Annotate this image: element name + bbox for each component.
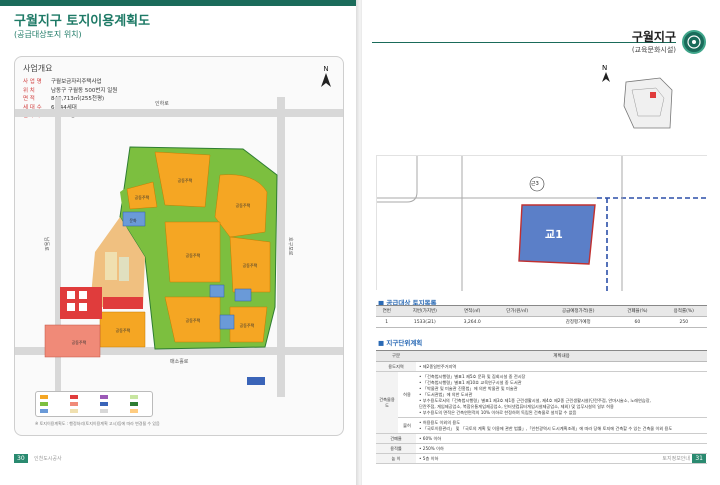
table-row: 건폐율 • 60% 이하 — [376, 433, 707, 444]
page-footer-right: 토지정보안내 — [662, 456, 690, 462]
left-page: 구월지구 토지이용계획도 (공급대상토지 위치) 사업개요 사 업 명 구월보금자… — [0, 0, 358, 485]
header-rule — [372, 42, 676, 43]
page-subtitle: (공급대상토지 위치) — [14, 30, 82, 39]
top-bar — [0, 0, 358, 6]
svg-text:공동주택: 공동주택 — [135, 194, 150, 200]
th-far: 용적률(%) — [660, 305, 707, 317]
map-footnote: ※ 토지이용계획도 : 행정처리(토지이용계획 고시)등에 따라 변경될 수 있… — [35, 421, 160, 426]
page-number: 30 — [14, 454, 28, 463]
page-footer: 인천도시공사 — [34, 456, 62, 462]
road-label: 근3 — [531, 181, 539, 187]
table-row: 용도지역 • 제2종일반주거지역 — [376, 361, 707, 372]
svg-text:공동주택: 공동주택 — [178, 177, 193, 183]
section-title-plan: ■ 지구단위계획 — [378, 339, 423, 347]
svg-text:공동주택: 공동주택 — [116, 327, 131, 333]
table-row: 용적률 • 250% 이하 — [376, 443, 707, 454]
svg-text:공동주택: 공동주택 — [72, 339, 87, 345]
table-row: 건축물용도 허용 • 「건축법시행령」별표1 제5호 문화 및 집회시설 중 전… — [376, 371, 707, 434]
th-content: 계획내용 — [416, 350, 707, 362]
table-row: 1 1533(교1) 3,264.0 감정평가예정 60 250 — [376, 316, 707, 328]
page-subtitle-right: (교육문화시설) — [631, 46, 676, 54]
page-title-right: 구월지구 — [631, 30, 676, 44]
th-category: 구분 — [376, 350, 416, 362]
svg-text:인하로: 인하로 — [155, 100, 169, 107]
supply-table: 연번 지번(가지번) 면적(㎡) 단가(원/㎡) 공급예정가격(원) 건폐율(%… — [376, 305, 707, 328]
svg-text:공동주택: 공동주택 — [186, 317, 201, 323]
th-no: 연번 — [376, 305, 398, 317]
th-price: 공급예정가격(원) — [542, 305, 615, 317]
site-plan-box: 사업개요 사 업 명 구월보금자리주택사업 위 치 남동구 구월동 500번지 일원… — [14, 56, 344, 436]
svg-text:공동주택: 공동주택 — [236, 202, 251, 208]
map-legend — [35, 391, 153, 417]
page-number-right: 31 — [692, 454, 706, 463]
svg-text:문화: 문화 — [129, 217, 137, 223]
parcel-label: 교1 — [545, 228, 563, 241]
svg-text:매소홀로: 매소홀로 — [170, 358, 189, 365]
svg-text:남동로: 남동로 — [43, 237, 50, 251]
page-title: 구월지구 토지이용계획도 — [14, 14, 151, 29]
table-row: 높 이 • 5층 이하 — [376, 453, 707, 464]
table-row: 불허 • 허용용도 이외의 용도 • 「국토이용관리」 및 「국토의 계획 및 … — [376, 417, 707, 434]
th-area: 면적(㎡) — [452, 305, 493, 317]
compass-badge-icon — [682, 30, 706, 54]
th-coverage: 건폐율(%) — [614, 305, 661, 317]
th-unit-price: 단가(원/㎡) — [492, 305, 543, 317]
svg-text:공동주택: 공동주택 — [243, 262, 258, 268]
parcel-detail-map: 근3 교1 — [376, 155, 708, 291]
th-lot: 지번(가지번) — [397, 305, 453, 317]
key-map — [623, 77, 673, 129]
svg-text:호구포로: 호구포로 — [287, 237, 293, 256]
north-arrow-right-icon: N — [602, 64, 610, 84]
land-use-map: 공동주택 공동주택 공동주택 공동주택 공동주택 공동주택 공동주택 공동주택 … — [15, 97, 343, 397]
document-spread: 구월지구 토지이용계획도 (공급대상토지 위치) 사업개요 사 업 명 구월보금자… — [0, 0, 720, 485]
svg-text:공동주택: 공동주택 — [186, 252, 201, 258]
svg-text:공동주택: 공동주택 — [240, 322, 255, 328]
right-page: 구월지구 (교육문화시설) N 근3 교1 ■ 공급대상 토지목록 연번 지번(… — [362, 0, 720, 485]
district-plan-table: 구분 계획내용 용도지역 • 제2종일반주거지역 건축물용도 허용 • 「건축법… — [376, 350, 707, 464]
